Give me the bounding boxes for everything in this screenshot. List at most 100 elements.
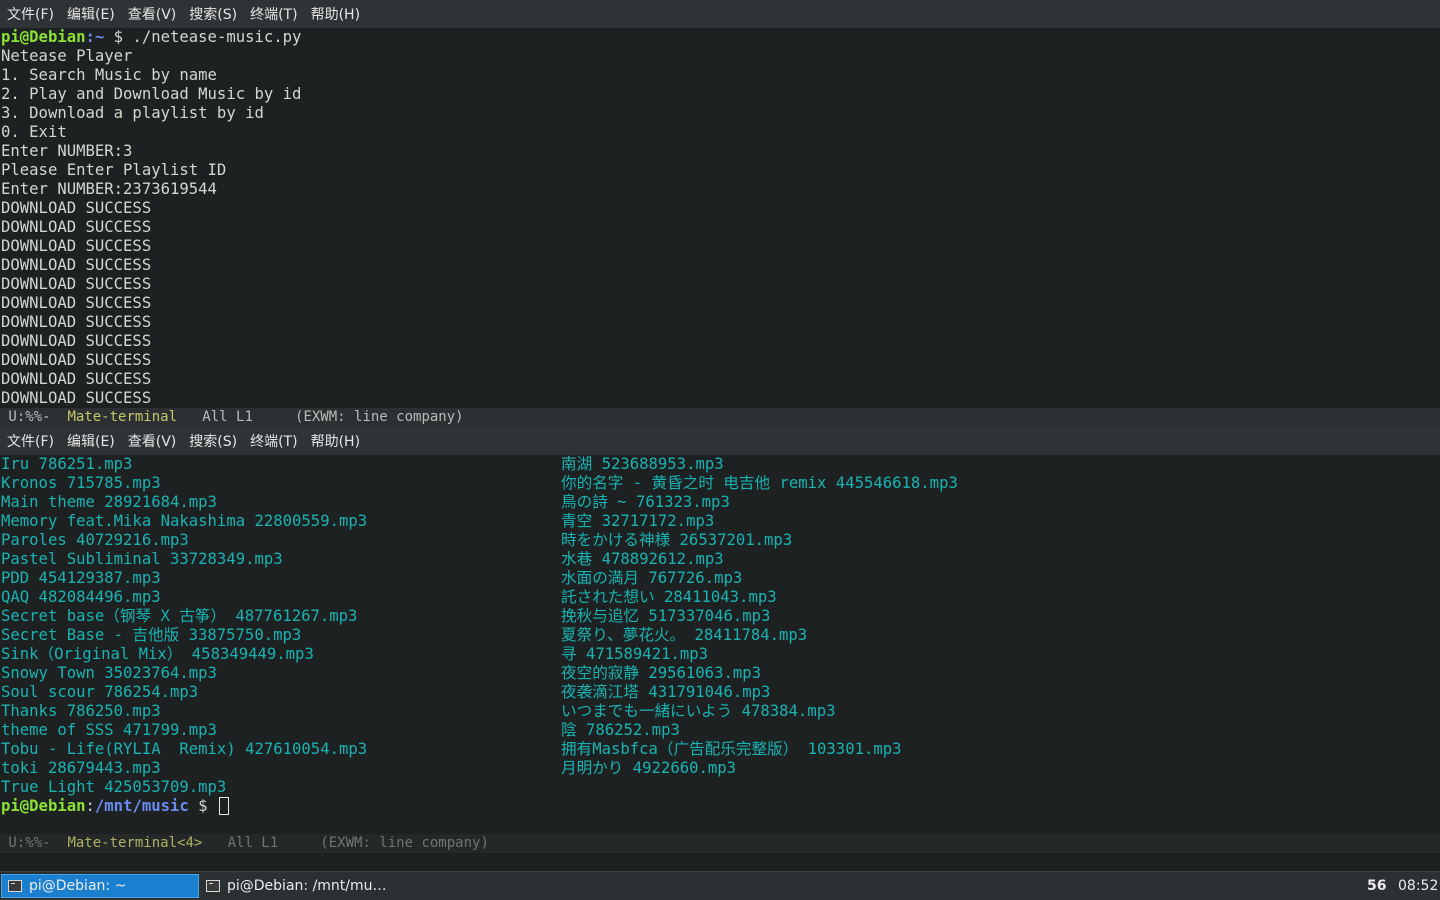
file-entry: 挽秋与追忆 517337046.mp3 [561,607,771,625]
file-entry: toki 28679443.mp3 [1,759,161,777]
file-entry: Iru 786251.mp3 [1,455,133,473]
menu-view[interactable]: 查看(V) [121,4,183,24]
task-label: pi@Debian: ~ [29,878,127,894]
shell-prompt-line: pi@Debian:/mnt/music $ [0,797,229,816]
menu-file[interactable]: 文件(F) [0,431,60,451]
menu-terminal[interactable]: 终端(T) [243,431,303,451]
output-line: 0. Exit [1,123,67,141]
output-line: DOWNLOAD SUCCESS [1,351,152,369]
taskbar-task-music[interactable]: pi@Debian: /mnt/mu… [200,874,400,898]
file-entry: Tobu - Life(RYLIA Remix) 427610054.mp3 [1,740,368,758]
menu-edit[interactable]: 编辑(E) [60,431,121,451]
file-entry: 你的名字 - 黄昏之时 电吉他 remix 445546618.mp3 [561,474,958,492]
modeline-info: All L1 (EXWM: line company) [202,835,489,851]
file-entry: 夜袭滴江塔 431791046.mp3 [561,683,771,701]
output-line: Enter NUMBER:3 [1,142,133,160]
file-entry: 水面の満月 767726.mp3 [561,569,743,587]
output-line: DOWNLOAD SUCCESS [1,313,152,331]
prompt-symbol: $ [188,797,217,815]
file-entry: 寻 471589421.mp3 [561,645,709,663]
file-entry: Pastel Subliminal 33728349.mp3 [1,550,283,568]
file-entry: PDD 454129387.mp3 [1,569,161,587]
output-line: DOWNLOAD SUCCESS [1,370,152,388]
file-entry: Secret base（钢琴 X 古筝） 487761267.mp3 [1,607,358,625]
file-entry: True Light 425053709.mp3 [1,778,227,796]
file-entry: Secret Base - 吉他版 33875750.mp3 [1,626,302,644]
file-entry: Soul scour 786254.mp3 [1,683,199,701]
echo-area[interactable] [0,853,1440,871]
file-entry: Snowy Town 35023764.mp3 [1,664,217,682]
file-entry: 夜空的寂静 29561063.mp3 [561,664,762,682]
file-entry: Sink（Original Mix） 458349449.mp3 [1,645,314,663]
menu-edit[interactable]: 编辑(E) [60,4,121,24]
output-line: Enter NUMBER:2373619544 [1,180,217,198]
prompt-separator: : [85,797,95,815]
file-entry: 拥有Masbfca（广告配乐完整版） 103301.mp3 [561,740,902,758]
prompt-user: pi@Debian [1,797,86,815]
modeline-status: U:%%- [0,409,68,425]
menu-view[interactable]: 查看(V) [121,431,183,451]
modeline-buffer-name: Mate-terminal [67,409,178,425]
file-entry: 陰 786252.mp3 [561,721,680,739]
file-entry: QAQ 482084496.mp3 [1,588,161,606]
output-line: 1. Search Music by name [1,66,217,84]
prompt-symbol: $ [104,28,133,46]
output-line: DOWNLOAD SUCCESS [1,237,152,255]
file-entry: 鳥の詩 ~ 761323.mp3 [561,493,730,511]
bottom-terminal-menubar: 文件(F) 编辑(E) 查看(V) 搜索(S) 终端(T) 帮助(H) [0,427,1440,455]
output-lines: Netease Player 1. Search Music by name 2. … [0,47,1440,408]
clock[interactable]: 08:52 [1398,872,1438,900]
bottom-modeline: U:%%- Mate-terminal<4> All L1 (EXWM: lin… [0,834,1440,853]
prompt-path: :~ [85,28,105,46]
file-entry: 時をかける神様 26537201.mp3 [561,531,793,549]
prompt-path: /mnt/music [94,797,189,815]
modeline-buffer-name: Mate-terminal<4> [67,835,203,851]
output-line: DOWNLOAD SUCCESS [1,256,152,274]
top-modeline: U:%%- Mate-terminal All L1 (EXWM: line c… [0,408,1440,427]
output-line: Netease Player [1,47,133,65]
task-label: pi@Debian: /mnt/mu… [227,878,387,894]
file-entry: Paroles 40729216.mp3 [1,531,189,549]
output-line: DOWNLOAD SUCCESS [1,199,152,217]
file-entry: 青空 32717172.mp3 [561,512,715,530]
menu-file[interactable]: 文件(F) [0,4,60,24]
bottom-terminal-output[interactable]: Iru 786251.mp3 Kronos 715785.mp3 Main them… [0,455,1440,834]
command-text: ./netease-music.py [132,28,302,46]
output-line: 2. Play and Download Music by id [1,85,302,103]
menu-search[interactable]: 搜索(S) [182,4,243,24]
menu-help[interactable]: 帮助(H) [304,431,366,451]
top-terminal-menubar: 文件(F) 编辑(E) 查看(V) 搜索(S) 终端(T) 帮助(H) [0,0,1440,28]
file-entry: 南湖 523688953.mp3 [561,455,724,473]
output-line: Please Enter Playlist ID [1,161,227,179]
output-line: DOWNLOAD SUCCESS [1,389,152,407]
output-line: DOWNLOAD SUCCESS [1,294,152,312]
file-entry: Memory feat.Mika Nakashima 22800559.mp3 [1,512,368,530]
file-entry: 託された想い 28411043.mp3 [561,588,777,606]
file-entry: 夏祭り、夢花火。 28411784.mp3 [561,626,808,644]
terminal-icon [206,880,220,892]
menu-search[interactable]: 搜索(S) [182,431,243,451]
file-entry: Kronos 715785.mp3 [1,474,161,492]
text-cursor[interactable] [218,797,229,815]
file-entry: 月明かり 4922660.mp3 [561,759,737,777]
file-list-left: Iru 786251.mp3 Kronos 715785.mp3 Main them… [0,455,560,797]
file-entry: いつまでも一緒にいよう 478384.mp3 [561,702,836,720]
top-terminal-output[interactable]: pi@Debian:~ $ ./netease-music.py Netease… [0,28,1440,408]
output-line: 3. Download a playlist by id [1,104,264,122]
file-entry: theme of SSS 471799.mp3 [1,721,217,739]
output-line: DOWNLOAD SUCCESS [1,218,152,236]
file-list-right: 南湖 523688953.mp3 你的名字 - 黄昏之时 电吉他 remix 44… [560,455,1440,778]
modeline-status: U:%%- [0,835,68,851]
file-entry: Main theme 28921684.mp3 [1,493,217,511]
modeline-info: All L1 (EXWM: line company) [177,409,464,425]
file-entry: Thanks 786250.mp3 [1,702,161,720]
menu-terminal[interactable]: 终端(T) [243,4,303,24]
output-line: DOWNLOAD SUCCESS [1,275,152,293]
terminal-icon [8,880,22,892]
workspace-indicator[interactable]: 56 [1367,872,1386,900]
menu-help[interactable]: 帮助(H) [304,4,366,24]
prompt-user: pi@Debian [1,28,86,46]
output-line: DOWNLOAD SUCCESS [1,332,152,350]
command-line: pi@Debian:~ $ ./netease-music.py [0,28,1440,47]
taskbar-task-home[interactable]: pi@Debian: ~ [1,874,199,898]
